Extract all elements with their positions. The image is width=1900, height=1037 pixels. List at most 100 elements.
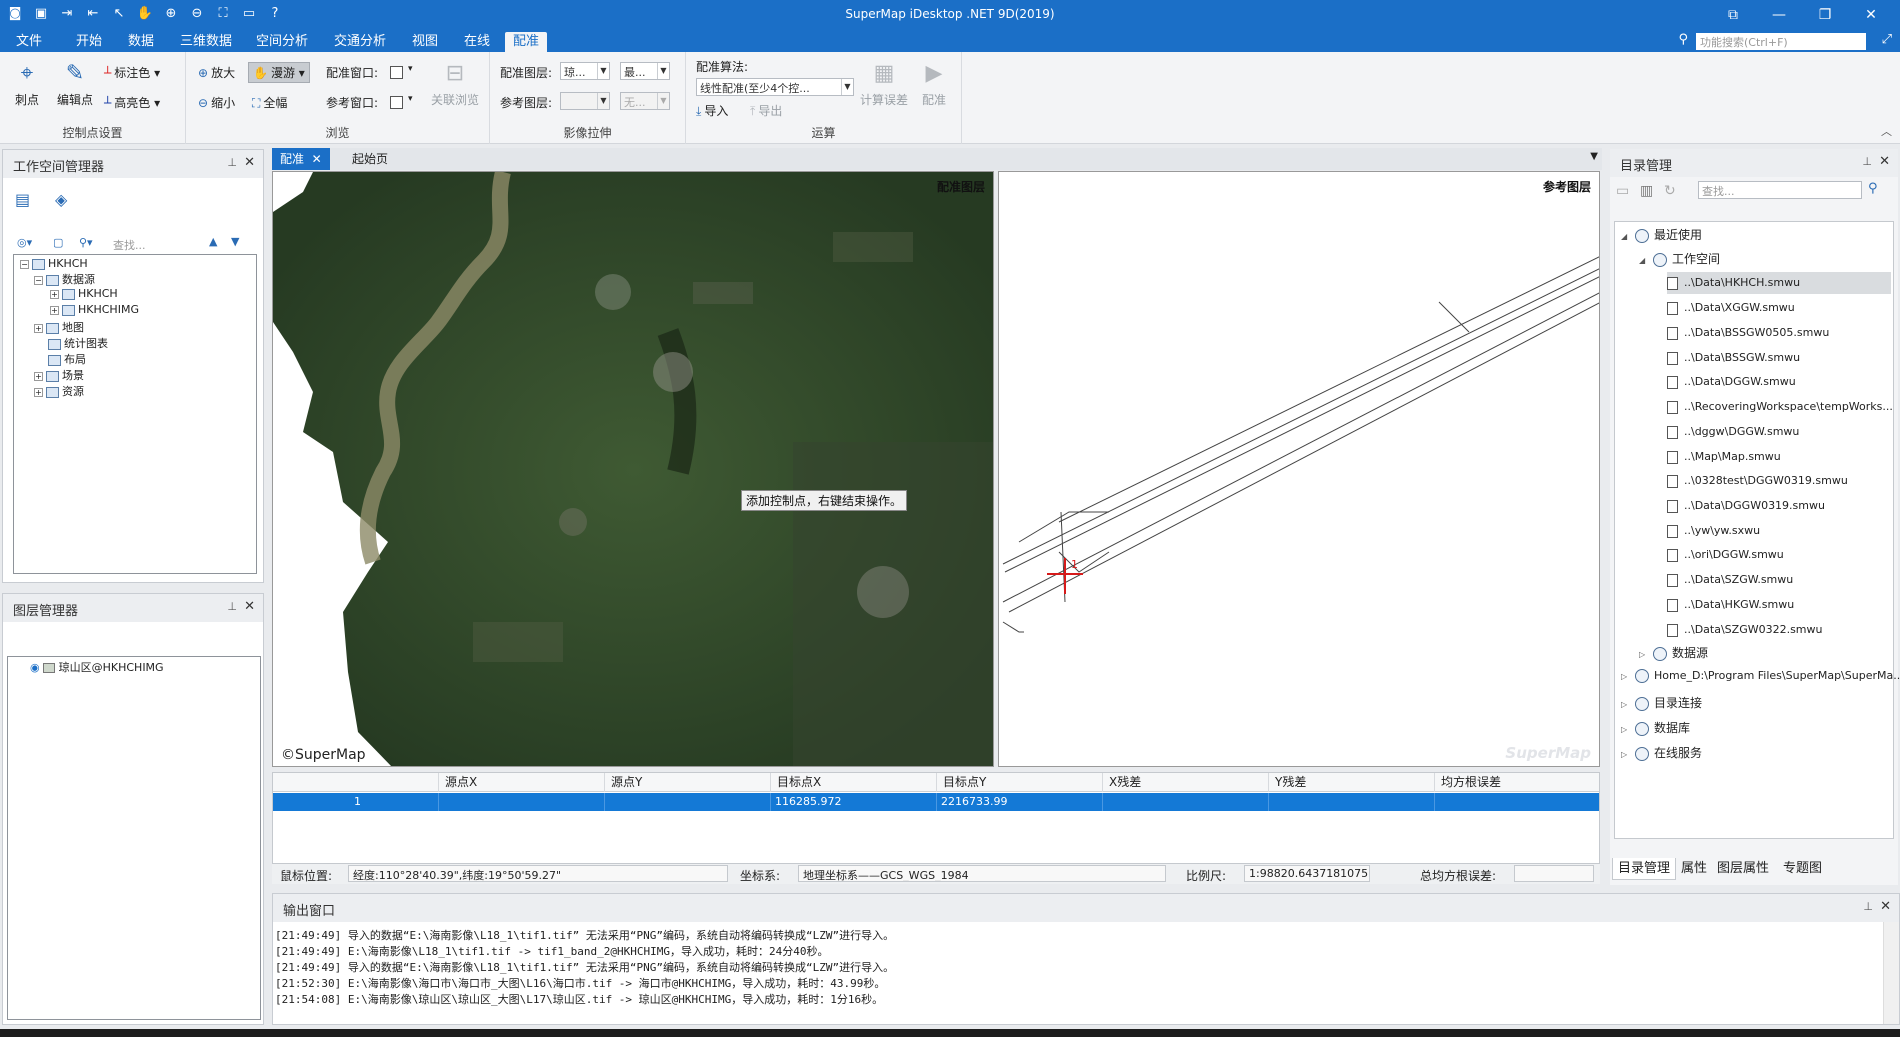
eye-icon[interactable]: ◉ — [30, 661, 40, 674]
tree-node-map[interactable]: + 地图 — [34, 319, 84, 335]
tab-registration[interactable]: 配准 — [505, 32, 548, 52]
catalog-datasource[interactable]: ▷ 数据源 — [1639, 644, 1708, 661]
col-target-y[interactable]: 目标点Y — [937, 773, 1103, 792]
cell-target-y[interactable]: 2216733.99 — [937, 793, 1103, 811]
pin-icon[interactable]: ⊥ — [1862, 155, 1872, 168]
tree-node-chart[interactable]: 统计图表 — [48, 335, 108, 351]
new-folder-icon[interactable]: ▭ — [1616, 183, 1629, 199]
catalog-recent[interactable]: ◢ 最近使用 — [1621, 226, 1702, 243]
catalog-file-item[interactable]: ..\Data\SZGW0322.smwu — [1667, 619, 1823, 641]
tab-file[interactable]: 文件 — [8, 32, 50, 52]
pin-icon[interactable]: ⊥ — [227, 600, 237, 613]
collapse-ribbon-icon[interactable]: ︿ — [1881, 123, 1892, 139]
catalog-search-input[interactable]: 查找... — [1698, 181, 1862, 199]
calc-error-button[interactable]: ▦ 计算误差 — [854, 60, 914, 108]
zoom-out-button[interactable]: ⊖ 缩小 — [198, 94, 235, 111]
arrow-down-icon[interactable]: ▼ — [231, 235, 239, 248]
tab-3d-data[interactable]: 三维数据 — [172, 32, 240, 52]
close-icon[interactable]: ✕ — [1879, 154, 1890, 169]
import-button[interactable]: ⤓ 导入 — [696, 102, 728, 119]
catalog-file-item[interactable]: ..\yw\yw.sxwu — [1667, 520, 1760, 542]
col-rmse[interactable]: 均方根误差 — [1435, 773, 1599, 792]
reg-window-dropdown[interactable]: ▾ — [408, 64, 413, 74]
cell-source-y[interactable] — [605, 793, 771, 811]
minimize-button[interactable]: — — [1756, 2, 1802, 28]
tab-spatial-analysis[interactable]: 空间分析 — [248, 32, 316, 52]
catalog-file-item[interactable]: ..\dggw\DGGW.smwu — [1667, 421, 1799, 443]
catalog-file-item[interactable]: ..\Data\HKHCH.smwu — [1667, 272, 1891, 294]
tab-start-page[interactable]: 起始页 — [344, 148, 396, 170]
catalog-file-item[interactable]: ..\Data\DGGW0319.smwu — [1667, 495, 1825, 517]
reg-layer-select[interactable]: 琼... ▼ — [560, 62, 610, 80]
catalog-file-item[interactable]: ..\Map\Map.smwu — [1667, 446, 1781, 468]
tab-traffic-analysis[interactable]: 交通分析 — [326, 32, 394, 52]
col-y-residual[interactable]: Y残差 — [1269, 773, 1435, 792]
tab-view[interactable]: 视图 — [404, 32, 446, 52]
puncture-button[interactable]: ⌖ 刺点 — [10, 60, 44, 108]
pin-icon[interactable]: ⊥ — [227, 156, 237, 169]
delete-icon[interactable]: ▥ — [1640, 183, 1653, 199]
tree-node-ds-hkhch[interactable]: + HKHCH — [50, 287, 118, 300]
tab-start[interactable]: 开始 — [68, 32, 110, 52]
catalog-workspace[interactable]: ◢ 工作空间 — [1639, 250, 1720, 267]
tree-node-datasource[interactable]: − 数据源 — [34, 271, 95, 287]
feature-search-input[interactable]: 功能搜索(Ctrl+F) — [1696, 33, 1866, 50]
tree-node-layout[interactable]: 布局 — [48, 351, 86, 367]
cell-source-x[interactable] — [439, 793, 605, 811]
tab-properties[interactable]: 属性 — [1676, 858, 1712, 880]
col-x-residual[interactable]: X残差 — [1103, 773, 1269, 792]
restore-layout-icon[interactable]: ⧉ — [1710, 2, 1756, 28]
catalog-database[interactable]: ▷ 数据库 — [1621, 719, 1690, 736]
catalog-file-item[interactable]: ..\Data\BSSGW0505.smwu — [1667, 322, 1829, 344]
tree-node-resource[interactable]: + 资源 — [34, 383, 84, 399]
close-tab-icon[interactable]: ✕ — [312, 152, 322, 166]
close-icon[interactable]: ✕ — [244, 599, 255, 614]
catalog-file-item[interactable]: ..\RecoveringWorkspace\tempWorks... — [1667, 396, 1893, 418]
tab-data[interactable]: 数据 — [120, 32, 162, 52]
tab-layer-properties[interactable]: 图层属性 — [1712, 858, 1774, 880]
catalog-file-item[interactable]: ..\Data\HKGW.smwu — [1667, 594, 1794, 616]
ref-window-dropdown[interactable]: ▾ — [408, 94, 413, 104]
workspace-tree-icon[interactable]: ▤ — [15, 190, 30, 209]
pin-icon[interactable]: ⊥ — [1863, 900, 1873, 913]
expand-icon[interactable]: ⤢ — [1882, 32, 1892, 47]
catalog-file-item[interactable]: ..\0328test\DGGW0319.smwu — [1667, 470, 1848, 492]
highlight-color-button[interactable]: ┴ 高亮色 ▾ — [104, 94, 160, 111]
full-extent-button[interactable]: ⛶ 全幅 — [252, 94, 287, 111]
new-icon[interactable]: ▢ — [53, 236, 63, 249]
output-scrollbar[interactable] — [1883, 922, 1899, 1024]
find-icon[interactable]: ⚲▾ — [79, 236, 93, 249]
cell-target-x[interactable]: 116285.972 — [771, 793, 937, 811]
layer-item[interactable]: ◉ 琼山区@HKHCHIMG — [30, 659, 164, 675]
col-source-y[interactable]: 源点Y — [605, 773, 771, 792]
catalog-file-item[interactable]: ..\Data\DGGW.smwu — [1667, 371, 1796, 393]
scale-value[interactable]: 1:98820.6437181075 — [1244, 865, 1370, 882]
close-icon[interactable]: ✕ — [1880, 899, 1891, 914]
catalog-file-item[interactable]: ..\Data\BSSGW.smwu — [1667, 347, 1800, 369]
link-browse-button[interactable]: ⊟ 关联浏览 — [426, 60, 484, 108]
catalog-file-item[interactable]: ..\Data\XGGW.smwu — [1667, 297, 1795, 319]
edit-point-button[interactable]: ✎ 编辑点 — [52, 60, 98, 108]
tab-catalog[interactable]: 目录管理 — [1612, 858, 1677, 880]
reg-window-checkbox[interactable] — [390, 66, 403, 79]
register-button[interactable]: ▶ 配准 — [914, 60, 954, 108]
search-icon[interactable]: ⚲ — [1868, 181, 1878, 196]
table-row[interactable]: 1 116285.972 2216733.99 — [273, 793, 1599, 811]
catalog-home[interactable]: ▷ Home_D:\Program Files\SuperMap\SuperMa.… — [1621, 669, 1900, 683]
export-button[interactable]: ⤒ 导出 — [750, 102, 782, 119]
col-target-x[interactable]: 目标点X — [771, 773, 937, 792]
tab-registration-doc[interactable]: 配准 ✕ — [272, 148, 330, 170]
tab-online[interactable]: 在线 — [456, 32, 498, 52]
tree-node-root[interactable]: − HKHCH — [20, 257, 88, 270]
pan-button[interactable]: ✋ 漫游 ▾ — [248, 62, 310, 83]
close-button[interactable]: ✕ — [1848, 2, 1894, 28]
zoom-in-button[interactable]: ⊕ 放大 — [198, 64, 235, 81]
catalog-file-item[interactable]: ..\ori\DGGW.smwu — [1667, 544, 1784, 566]
mark-color-button[interactable]: ┴ 标注色 ▾ — [104, 64, 160, 81]
col-index[interactable] — [273, 773, 439, 792]
layers-icon[interactable]: ◈ — [55, 190, 67, 209]
tab-list-dropdown-icon[interactable]: ▼ — [1590, 151, 1598, 162]
tab-thematic[interactable]: 专题图 — [1778, 858, 1827, 880]
arrow-up-icon[interactable]: ▲ — [209, 235, 217, 248]
tree-node-ds-hkhchimg[interactable]: + HKHCHIMG — [50, 303, 139, 316]
